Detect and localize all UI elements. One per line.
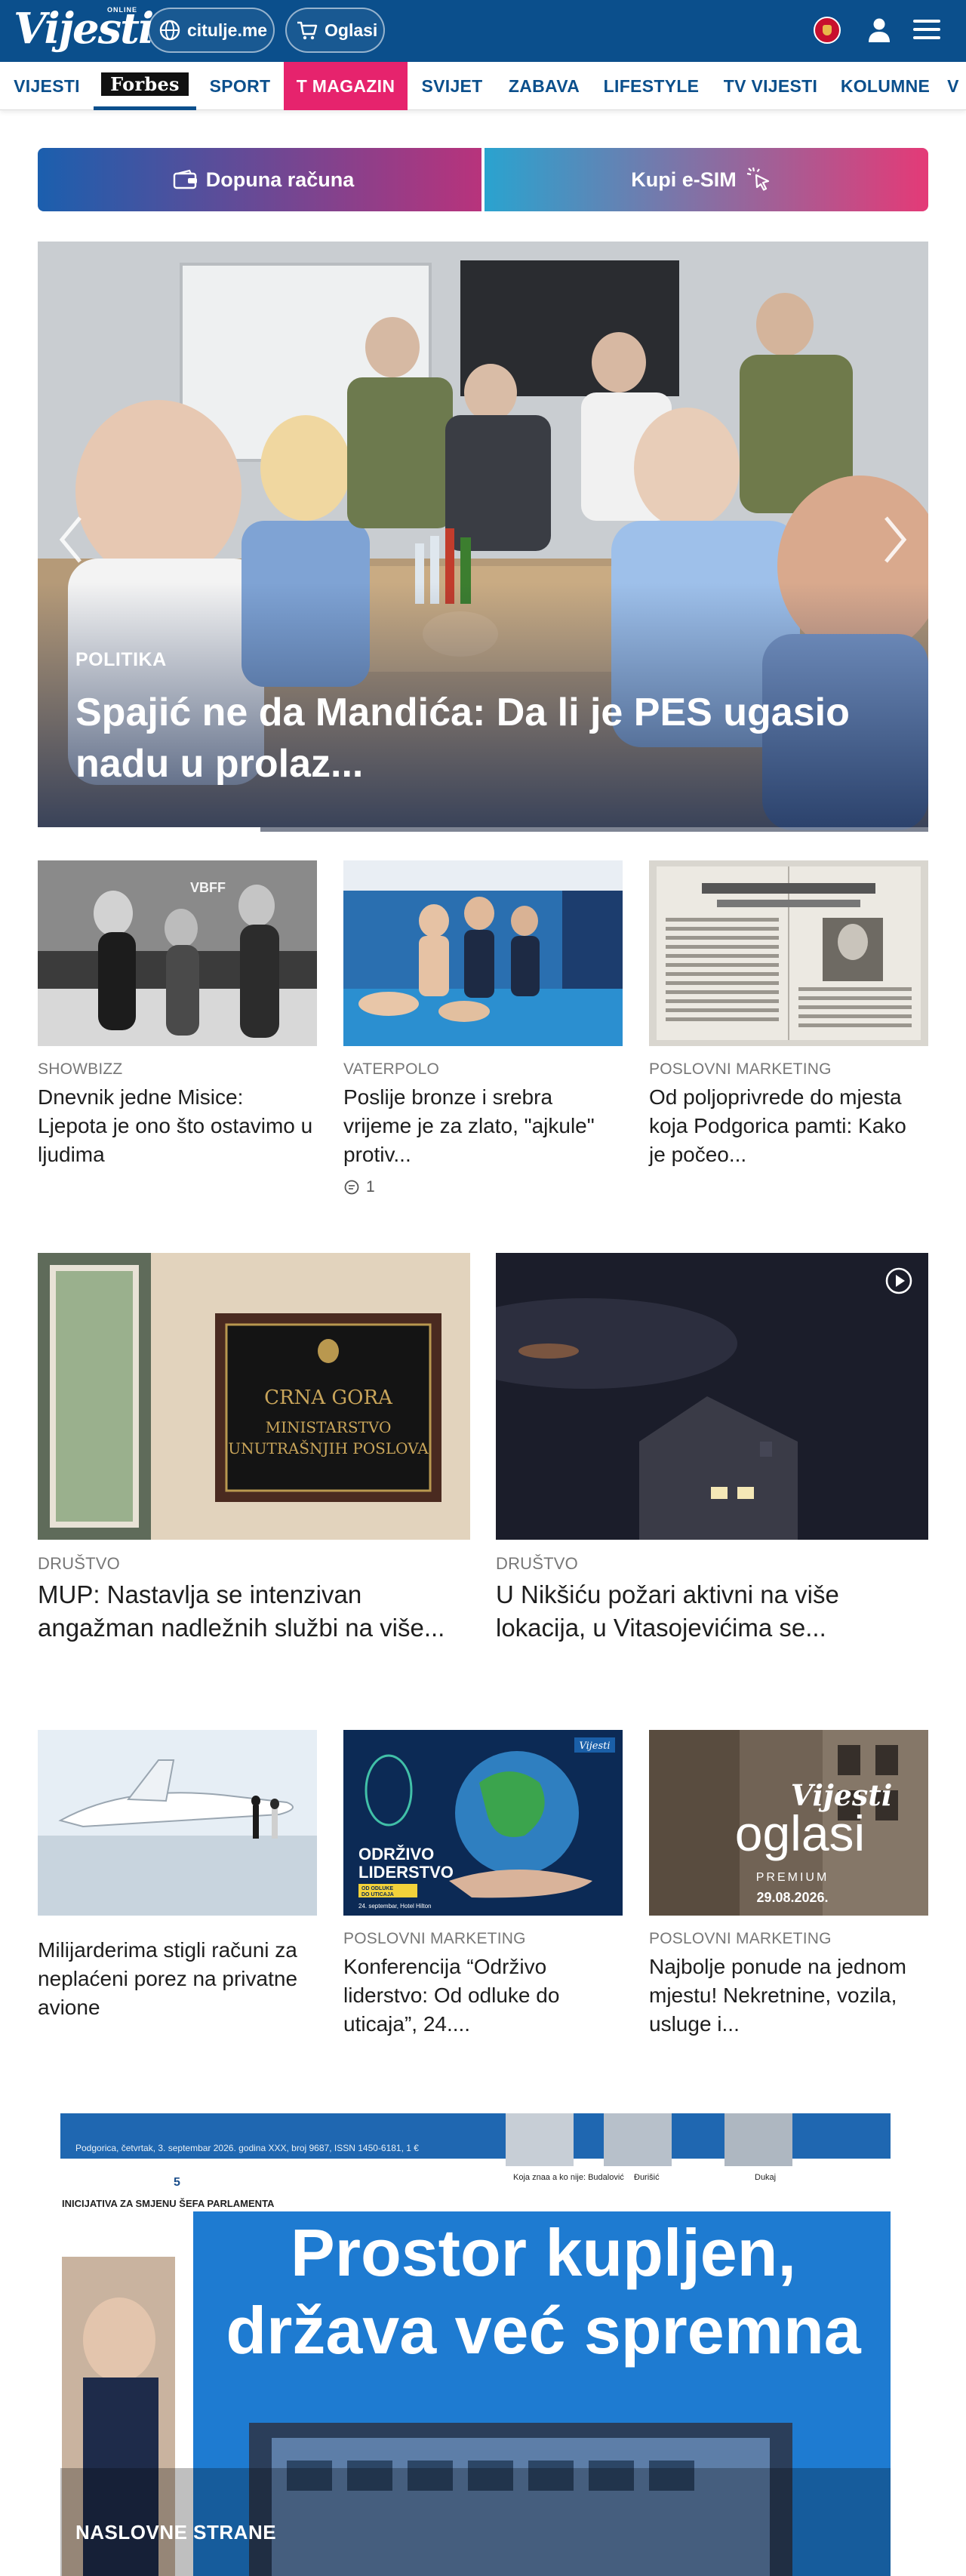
article-category[interactable]: DRUŠTVO — [496, 1554, 928, 1574]
cursor-click-icon — [744, 165, 774, 195]
article-card[interactable]: VATERPOLO Poslije bronze i srebra vrijem… — [343, 860, 623, 1196]
main-navigation: VIJESTI Forbes SPORT T MAGAZIN SVIJET ZA… — [0, 62, 966, 110]
poster-text: oglasi — [735, 1805, 865, 1861]
svg-text:VBFF: VBFF — [190, 880, 226, 895]
carousel-next-icon[interactable] — [880, 513, 910, 566]
front-page-kicker: INICIJATIVA ZA SMJENU ŠEFA PARLAMENTA — [62, 2198, 275, 2209]
article-thumbnail — [38, 1730, 317, 1916]
oglasi-label: Oglasi — [325, 20, 378, 40]
nav-lifestyle[interactable]: LIFESTYLE — [592, 62, 711, 110]
article-card[interactable]: POSLOVNI MARKETING Od poljoprivrede do m… — [649, 860, 928, 1169]
poster-text: PREMIUM — [756, 1871, 829, 1884]
article-title[interactable]: Milijarderima stigli računi za neplaćeni… — [38, 1936, 317, 2022]
hero-category[interactable]: POLITIKA — [75, 649, 167, 671]
poster-text: OD ODLUKE — [361, 1886, 393, 1891]
vijesti-logo[interactable]: Vijesti ONLINE — [14, 3, 154, 57]
kupi-esim-label: Kupi e-SIM — [631, 168, 737, 191]
poster-date: 24. septembar, Hotel Hilton — [358, 1903, 432, 1910]
poster-text: LIDERSTVO — [358, 1863, 454, 1882]
front-page-section[interactable]: Podgorica, četvrtak, 3. septembar 2026. … — [38, 2113, 928, 2576]
poster-date: 29.08.2026. — [756, 1890, 828, 1905]
article-title[interactable]: U Nikšiću požari aktivni na više lokacij… — [496, 1578, 928, 1645]
nav-svijet[interactable]: SVIJET — [408, 62, 497, 110]
hamburger-menu-icon[interactable] — [913, 20, 940, 42]
dopuna-racuna-label: Dopuna računa — [205, 168, 355, 191]
article-card[interactable]: Milijarderima stigli računi za neplaćeni… — [38, 1730, 317, 2022]
nav-forbes[interactable]: Forbes — [94, 62, 196, 110]
article-card[interactable]: CRNA GORA MINISTARSTVO UNUTRAŠNJIH POSLO… — [38, 1253, 470, 1645]
article-thumbnail — [435, 1253, 928, 1540]
citulje-label: citulje.me — [187, 20, 268, 40]
globe-icon — [158, 18, 181, 42]
carousel-prev-icon[interactable] — [56, 513, 86, 566]
newspaper-front-page: Podgorica, četvrtak, 3. septembar 2026. … — [60, 2113, 891, 2576]
comment-count[interactable]: 1 — [343, 1178, 623, 1196]
citulje-link[interactable]: citulje.me — [148, 8, 275, 53]
article-title[interactable]: Konferencija “Održivo liderstvo: Od odlu… — [343, 1953, 623, 2039]
article-thumbnail: Vijesti oglasi PREMIUM 29.08.2026. — [649, 1730, 928, 1916]
comment-bubble-icon — [344, 1180, 359, 1195]
hero-article[interactable]: POLITIKA Spajić ne da Mandića: Da li je … — [38, 242, 928, 832]
front-page-headline: Prostor kupljen, — [291, 2215, 796, 2290]
oglasi-link[interactable]: Oglasi — [285, 8, 385, 53]
front-page-masthead-date: Podgorica, četvrtak, 3. septembar 2026. … — [75, 2143, 419, 2153]
front-page-thumb-label: Dukaj — [755, 2173, 776, 2182]
article-title[interactable]: Najbolje ponude na jednom mjestu! Nekret… — [649, 1953, 928, 2039]
nav-kolumne[interactable]: KOLUMNE — [830, 62, 940, 110]
article-thumbnail — [649, 860, 928, 1046]
wallet-icon — [173, 169, 198, 190]
cart-icon — [296, 18, 318, 42]
front-page-label[interactable]: NASLOVNE STRANE — [75, 2521, 276, 2544]
article-card[interactable]: ODRŽIVO LIDERSTVO OD ODLUKE DO UTICAJA 2… — [343, 1730, 623, 2039]
forbes-logo: Forbes — [101, 72, 189, 96]
nav-tv-vijesti[interactable]: TV VIJESTI — [711, 62, 830, 110]
front-page-caption: Koja znaa a ko nije: Budalović — [513, 2173, 624, 2182]
poster-text: ODRŽIVO — [358, 1845, 434, 1864]
nav-zabava[interactable]: ZABAVA — [497, 62, 592, 110]
user-icon[interactable] — [866, 17, 892, 44]
front-page-thumb-label: Đurišić — [634, 2173, 660, 2182]
article-title[interactable]: Od poljoprivrede do mjesta koja Podgoric… — [649, 1083, 928, 1169]
article-thumbnail: VBFF — [38, 860, 317, 1046]
article-category[interactable]: POSLOVNI MARKETING — [649, 1930, 928, 1948]
carousel-progress — [38, 827, 928, 832]
sign-text: MINISTARSTVO — [266, 1418, 392, 1436]
poster-text: DO UTICAJA — [361, 1892, 394, 1897]
article-category[interactable]: POSLOVNI MARKETING — [343, 1930, 623, 1948]
article-thumbnail: CRNA GORA MINISTARSTVO UNUTRAŠNJIH POSLO… — [38, 1253, 470, 1540]
hero-title[interactable]: Spajić ne da Mandića: Da li je PES ugasi… — [75, 687, 875, 789]
logo-online-label: ONLINE — [107, 6, 138, 14]
article-title[interactable]: Poslije bronze i srebra vrijeme je za zl… — [343, 1083, 623, 1169]
article-title[interactable]: Dnevnik jedne Misice: Ljepota je ono što… — [38, 1083, 317, 1169]
montenegro-flag-icon[interactable] — [814, 17, 841, 44]
article-title[interactable]: MUP: Nastavlja se intenzivan angažman na… — [38, 1578, 470, 1645]
sign-text: CRNA GORA — [264, 1386, 393, 1409]
article-category[interactable]: DRUŠTVO — [38, 1554, 470, 1574]
article-card[interactable]: DRUŠTVO U Nikšiću požari aktivni na više… — [435, 1253, 928, 1645]
article-category[interactable]: SHOWBIZZ — [38, 1060, 317, 1079]
article-card[interactable]: Vijesti oglasi PREMIUM 29.08.2026. POSLO… — [649, 1730, 928, 2039]
comment-count-value: 1 — [366, 1178, 375, 1196]
carousel-progress-fill — [38, 827, 260, 832]
top-bar: Vijesti ONLINE citulje.me Oglasi — [0, 0, 966, 62]
article-thumbnail — [343, 860, 623, 1046]
poster-brand: Vijesti — [579, 1740, 610, 1752]
nav-tmagazin[interactable]: T MAGAZIN — [284, 62, 408, 110]
article-category[interactable]: POSLOVNI MARKETING — [649, 1060, 928, 1079]
nav-sport[interactable]: SPORT — [196, 62, 284, 110]
front-page-headline: država već spremna — [226, 2293, 861, 2368]
nav-vijesti[interactable]: VIJESTI — [0, 62, 94, 110]
nav-overflow-item[interactable]: V — [940, 62, 966, 110]
sign-text: UNUTRAŠNJIH POSLOVA — [228, 1439, 429, 1457]
dopuna-racuna-button[interactable]: Dopuna računa — [38, 148, 481, 211]
kupi-esim-button[interactable]: Kupi e-SIM — [485, 148, 928, 211]
video-play-icon[interactable] — [884, 1266, 913, 1295]
article-category[interactable]: VATERPOLO — [343, 1060, 623, 1079]
front-page-page-number: 5 — [174, 2176, 180, 2189]
article-card[interactable]: VBFF SHOWBIZZ Dnevnik jedne Misice: Ljep… — [38, 860, 317, 1169]
article-thumbnail: ODRŽIVO LIDERSTVO OD ODLUKE DO UTICAJA 2… — [343, 1730, 623, 1916]
